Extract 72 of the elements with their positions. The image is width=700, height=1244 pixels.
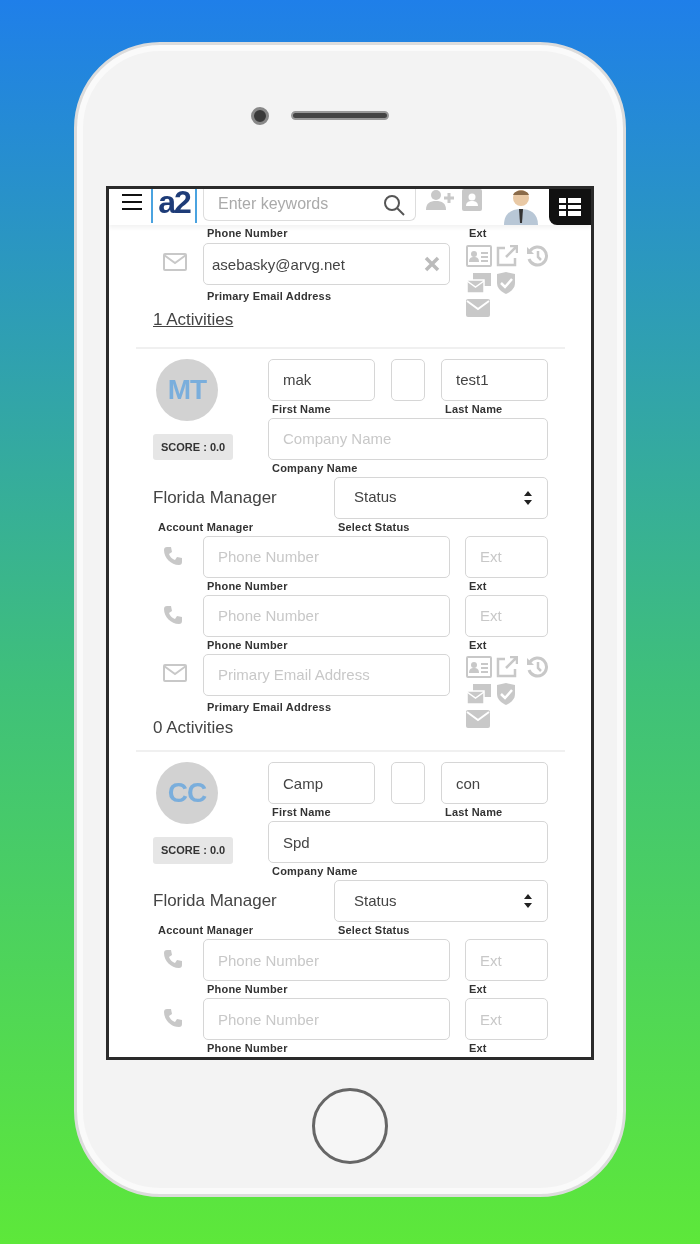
contact-initials-avatar: CC — [156, 762, 218, 824]
shield-check-icon[interactable] — [496, 271, 516, 295]
logo: a2 — [151, 189, 197, 223]
field-label: Account Manager — [158, 924, 255, 937]
phone-icon — [163, 1008, 183, 1028]
grid-view-button[interactable] — [549, 189, 591, 225]
field-label: Ext — [469, 227, 487, 240]
phone-icon — [163, 949, 183, 969]
field-label: Ext — [469, 1042, 488, 1055]
field-label: Primary Email Address — [207, 700, 333, 714]
field-label: First Name — [272, 402, 332, 416]
contact-initials-avatar: MT — [156, 358, 218, 421]
field-label: Phone Number — [207, 579, 289, 593]
envelopes-icon[interactable] — [466, 682, 492, 705]
history-icon[interactable] — [526, 655, 548, 678]
middle-name-field[interactable] — [391, 762, 425, 804]
envelope-icon — [163, 253, 187, 271]
camera — [251, 106, 269, 125]
company-name-field[interactable]: Spd — [268, 821, 548, 863]
sort-caret-icon — [523, 893, 533, 909]
field-label: Company Name — [272, 865, 359, 878]
envelope-icon[interactable] — [466, 709, 490, 728]
shield-check-icon[interactable] — [496, 681, 516, 706]
first-name-field[interactable]: mak — [268, 358, 375, 401]
envelopes-icon[interactable] — [466, 272, 492, 294]
status-select[interactable]: Status — [334, 476, 548, 519]
field-label: Account Manager — [158, 520, 255, 534]
account-manager-name: Florida Manager — [153, 486, 278, 509]
field-label: Ext — [469, 579, 488, 593]
contact-card-icon[interactable] — [466, 245, 492, 267]
envelope-icon — [163, 663, 187, 682]
score-badge: SCORE : 0.0 — [153, 433, 234, 460]
score-badge: SCORE : 0.0 — [153, 837, 234, 864]
phone-icon — [163, 545, 183, 566]
middle-name-field[interactable] — [391, 358, 425, 401]
field-label: Phone Number — [207, 983, 289, 996]
clear-icon[interactable] — [424, 256, 440, 272]
field-label: Select Status — [338, 520, 410, 534]
field-label: Select Status — [338, 924, 410, 937]
search-icon[interactable] — [382, 192, 406, 217]
field-label: Phone Number — [207, 227, 289, 240]
field-label: Ext — [469, 983, 488, 996]
field-label: Last Name — [445, 806, 503, 819]
field-label: First Name — [272, 806, 332, 819]
field-label: Last Name — [445, 402, 503, 416]
external-link-icon[interactable] — [496, 245, 518, 267]
grid-icon — [558, 197, 582, 217]
address-book-icon[interactable] — [460, 189, 484, 211]
external-link-icon[interactable] — [496, 655, 518, 678]
last-name-field[interactable]: test1 — [441, 358, 548, 401]
field-label: Company Name — [272, 461, 359, 475]
sort-caret-icon — [523, 489, 533, 506]
first-name-field[interactable]: Camp — [268, 762, 375, 804]
contact-card-icon[interactable] — [466, 655, 492, 678]
menu-button[interactable] — [121, 191, 143, 213]
add-user-icon[interactable] — [426, 189, 456, 211]
field-label: Phone Number — [207, 1042, 289, 1055]
user-avatar-icon[interactable] — [502, 189, 540, 225]
activities-link[interactable]: 1 Activities — [153, 307, 234, 333]
envelope-icon[interactable] — [466, 299, 490, 317]
last-name-field[interactable]: con — [441, 762, 548, 804]
phone-icon — [163, 604, 183, 625]
history-icon[interactable] — [526, 245, 548, 267]
status-select[interactable]: Status — [334, 880, 548, 922]
menu-icon — [121, 193, 143, 211]
activities-count: 0 Activities — [153, 716, 234, 739]
field-label: Phone Number — [207, 638, 289, 652]
account-manager-name: Florida Manager — [153, 890, 278, 913]
search-field[interactable]: Enter keywords — [203, 189, 416, 221]
email-field[interactable]: asebasky@arvg.net — [203, 243, 450, 285]
field-label: Primary Email Address — [207, 290, 333, 303]
field-label: Ext — [469, 638, 488, 652]
